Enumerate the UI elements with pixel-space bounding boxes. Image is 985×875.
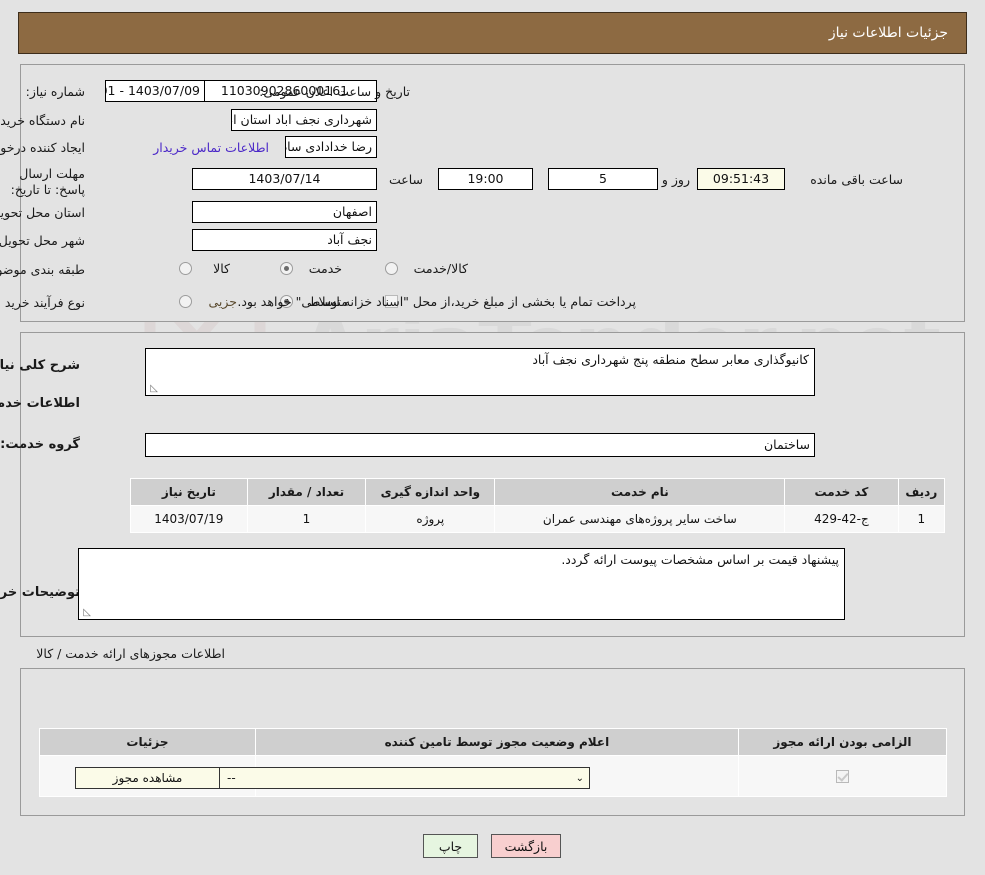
city-value: نجف آباد (192, 229, 377, 251)
general-description-value: کانیوگذاری معابر سطح منطقه پنج شهرداری ن… (532, 352, 809, 367)
page-root: AriaTender.net جزئیات اطلاعات نیاز شماره… (0, 0, 985, 875)
col-date: تاریخ نیاز (130, 478, 248, 506)
deadline-date-value: 1403/07/14 (192, 168, 377, 190)
cell-row: 1 (897, 505, 946, 533)
services-table-header-row: ردیف کد خدمت نام خدمت واحد اندازه گیری ت… (130, 478, 946, 506)
general-description-label: شرح کلی نیاز: (0, 358, 80, 373)
requester-label: ایجاد کننده درخواست: (0, 140, 85, 155)
buyer-notes-value: پیشنهاد قیمت بر اساس مشخصات پیوست ارائه … (561, 552, 839, 567)
chevron-down-icon: ⌄ (575, 772, 584, 784)
services-section-title: اطلاعات خدمات مورد نیاز (0, 396, 80, 411)
col-row: ردیف (897, 478, 946, 506)
col-permit-required: الزامی بودن ارائه مجوز (737, 728, 948, 756)
permits-section-title: اطلاعات مجوزهای ارائه خدمت / کالا (36, 646, 225, 661)
need-number-label: شماره نیاز: (25, 84, 85, 99)
city-label: شهر محل تحویل: (0, 233, 85, 248)
deadline-hour-value: 19:00 (438, 168, 533, 190)
table-row: 1 ج-42-429 ساخت سایر پروژه‌های مهندسی عم… (130, 505, 946, 533)
permit-status-select[interactable]: ⌄ -- (215, 767, 590, 789)
radio-category-kala-khedmat[interactable] (385, 262, 398, 275)
resize-grip-icon[interactable]: ◺ (148, 384, 158, 394)
general-description-textarea[interactable]: کانیوگذاری معابر سطح منطقه پنج شهرداری ن… (145, 348, 815, 396)
page-title: جزئیات اطلاعات نیاز (828, 25, 948, 41)
buyer-org-label: نام دستگاه خریدار: (0, 113, 85, 128)
cell-qty: 1 (246, 505, 367, 533)
view-permit-button[interactable]: مشاهده مجوز (75, 767, 220, 789)
cell-date: 1403/07/19 (130, 505, 248, 533)
col-permit-details: جزئیات (39, 728, 256, 756)
announce-datetime-label: تاریخ و ساعت اعلان عمومی: (259, 84, 410, 99)
buyer-contact-link[interactable]: اطلاعات تماس خریدار (153, 140, 269, 155)
radio-category-khedmat[interactable] (280, 262, 293, 275)
col-qty: تعداد / مقدار (246, 478, 367, 506)
remaining-days-label: روز و (661, 172, 690, 187)
buyer-notes-label: توضیحات خریدار: (0, 585, 80, 600)
col-permit-status: اعلام وضعیت مجوز توسط تامین کننده (254, 728, 739, 756)
category-label: طبقه بندی موضوعی: (0, 262, 85, 277)
cell-name: ساخت سایر پروژه‌های مهندسی عمران (494, 505, 786, 533)
services-table: ردیف کد خدمت نام خدمت واحد اندازه گیری ت… (130, 478, 946, 533)
islamic-treasury-note: پرداخت تمام یا بخشی از مبلغ خرید،از محل … (237, 294, 636, 309)
col-code: کد خدمت (784, 478, 899, 506)
radio-category-kala-khedmat-label: کالا/خدمت (413, 261, 468, 276)
cell-permit-required (737, 755, 948, 797)
service-group-value: ساختمان (145, 433, 815, 457)
need-info-panel (20, 64, 965, 322)
permit-required-checkbox (835, 770, 849, 783)
print-button[interactable]: چاپ (423, 834, 478, 858)
permits-table-header-row: الزامی بودن ارائه مجوز اعلام وضعیت مجوز … (39, 728, 948, 756)
cell-code: ج-42-429 (784, 505, 899, 533)
province-label: استان محل تحویل: (0, 205, 85, 220)
process-label: نوع فرآیند خرید : (0, 295, 85, 310)
page-header: جزئیات اطلاعات نیاز (18, 12, 967, 54)
cell-unit: پروژه (365, 505, 496, 533)
deadline-hour-label: ساعت (388, 172, 423, 187)
permit-status-value: -- (227, 771, 236, 785)
service-group-label: گروه خدمت: (0, 437, 80, 452)
buyer-notes-textarea[interactable]: پیشنهاد قیمت بر اساس مشخصات پیوست ارائه … (78, 548, 845, 620)
resize-grip-icon-2[interactable]: ◺ (81, 608, 91, 618)
remaining-days-value: 5 (548, 168, 658, 190)
remaining-time-suffix: ساعت باقی مانده (810, 172, 903, 187)
col-name: نام خدمت (494, 478, 786, 506)
requester-value: رضا خدادادی ساداتی سرپرست کاربردازی شهرد… (285, 136, 377, 158)
col-unit: واحد اندازه گیری (365, 478, 496, 506)
radio-category-khedmat-label: خدمت (308, 261, 342, 276)
buyer-org-value: شهرداری نجف اباد استان اصفهان (231, 109, 377, 131)
province-value: اصفهان (192, 201, 377, 223)
back-button[interactable]: بازگشت (491, 834, 561, 858)
radio-category-kala[interactable] (179, 262, 192, 275)
remaining-time-value: 09:51:43 (697, 168, 785, 190)
announce-datetime-value: 1403/07/09 - 09:01 (105, 80, 205, 102)
deadline-label: مهلت ارسال پاسخ: تا تاریخ: (10, 166, 85, 197)
radio-category-kala-label: کالا (213, 261, 230, 276)
